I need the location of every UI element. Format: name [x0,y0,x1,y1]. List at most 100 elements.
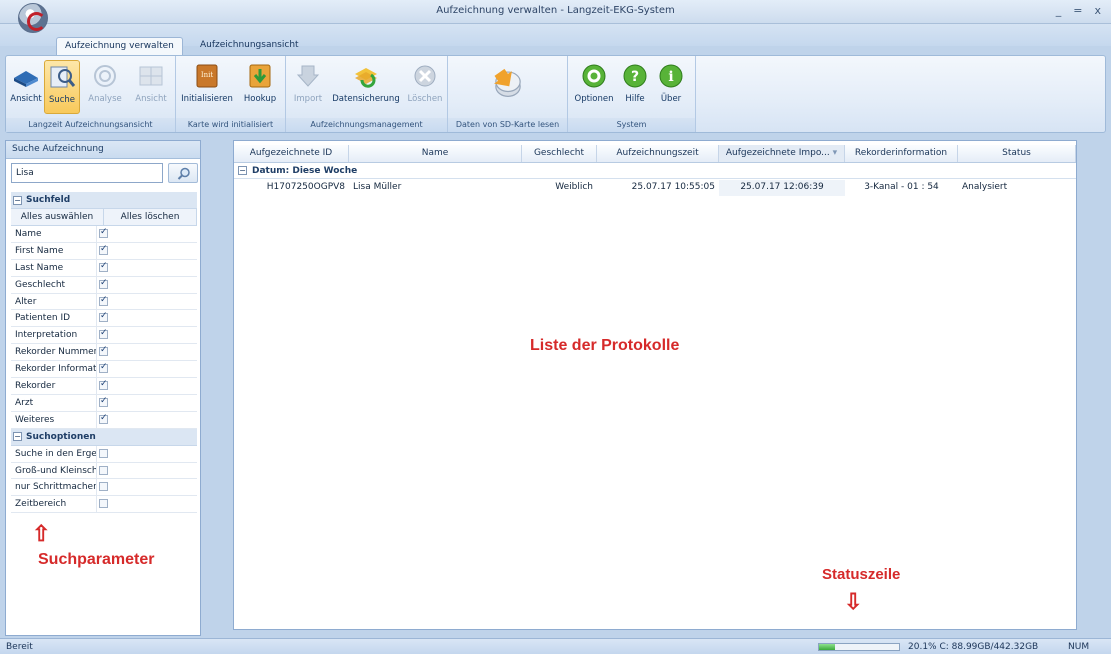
tab-aufzeichnung-verwalten[interactable]: Aufzeichnung verwalten [56,37,183,56]
suchoptionen-fields: Suche in den ErgebnissenGroß-und Kleinsc… [11,445,197,514]
group-aufzeichnungsmanagement: Import Datensicherung Löschen Aufzeichnu… [286,56,448,132]
svg-text:?: ? [631,69,639,85]
import-button[interactable]: Import [290,60,326,114]
hookup-arrow-icon [249,64,271,88]
loeschen-button[interactable]: Löschen [406,60,444,114]
column-header[interactable]: Aufzeichnungszeit [597,145,719,162]
window-title: Aufzeichnung verwalten - Langzeit-EKG-Sy… [436,5,675,16]
property-row[interactable]: First Name [11,242,197,260]
property-label: Rekorder Information [11,361,97,378]
column-header[interactable]: Name [349,145,522,162]
suche-button[interactable]: Suche [44,60,80,114]
suchoptionen-category[interactable]: − Suchoptionen [11,428,197,446]
group-system: Optionen ? Hilfe i Über System [568,56,696,132]
property-checkbox[interactable] [99,311,108,323]
property-label: Interpretation [11,327,97,344]
property-label: Weiteres [11,411,97,428]
property-checkbox[interactable] [99,227,108,238]
clear-all-button[interactable]: Alles löschen [104,209,197,225]
select-all-button[interactable]: Alles auswählen [11,209,104,225]
hilfe-button[interactable]: ? Hilfe [618,60,652,114]
property-checkbox[interactable] [99,499,108,509]
search-button[interactable] [168,163,198,183]
property-row[interactable]: Geschlecht [11,276,197,294]
search-input[interactable]: Lisa [11,163,163,183]
property-checkbox[interactable] [99,465,108,475]
collapse-icon[interactable]: − [13,432,22,442]
select-buttons-row: Alles auswählen Alles löschen [11,209,197,226]
collapse-icon[interactable]: − [238,166,247,175]
column-header-row: Aufgezeichnete ID Name Geschlecht Aufzei… [234,145,1076,163]
maximize-button[interactable]: = [1073,4,1082,17]
table-row[interactable]: H1707250OGPV8 Lisa Müller Weiblich 25.07… [234,180,1076,196]
property-checkbox[interactable] [99,379,108,391]
recordings-list: Aufgezeichnete ID Name Geschlecht Aufzei… [233,140,1077,630]
datensicherung-button[interactable]: Datensicherung [328,60,404,114]
book-icon [14,71,38,87]
cell-name: Lisa Müller [353,182,402,192]
property-checkbox[interactable] [99,261,108,272]
property-checkbox[interactable] [99,413,108,424]
property-row[interactable]: Groß-und Kleinschreibung [11,462,197,480]
column-header[interactable]: Aufgezeichnete ID [234,145,349,162]
group-sd-karte: Daten von SD-Karte lesen [448,56,568,132]
property-checkbox[interactable] [99,328,108,340]
property-label: Rekorder Nummer [11,344,97,361]
close-button[interactable]: x [1094,4,1101,17]
search-panel: Suche Aufzeichnung Lisa − Suchfeld Alles… [5,140,201,636]
group-karte-initialisiert: Init Initialisieren Hookup Karte wird in… [176,56,286,132]
property-row[interactable]: Alter [11,293,197,311]
title-bar: Aufzeichnung verwalten - Langzeit-EKG-Sy… [0,0,1111,24]
column-header[interactable]: Geschlecht [522,145,597,162]
property-checkbox[interactable] [99,345,108,357]
property-checkbox[interactable] [99,448,108,458]
property-checkbox[interactable] [99,362,108,374]
column-header[interactable]: Status [958,145,1076,162]
cell-record-time: 25.07.17 10:55:05 [631,182,715,192]
optionen-button[interactable]: Optionen [572,60,616,114]
property-label: Alter [11,293,97,310]
analyse-button[interactable]: Analyse [82,60,128,114]
import-arrow-icon [296,65,320,87]
property-row[interactable]: Arzt [11,394,197,412]
property-row[interactable]: Rekorder [11,378,197,395]
property-row[interactable]: Name [11,226,197,243]
property-row[interactable]: Zeitbereich [11,496,197,514]
property-checkbox[interactable] [99,278,108,289]
property-checkbox[interactable] [99,295,108,306]
property-row[interactable]: Last Name [11,259,197,277]
collapse-icon[interactable]: − [13,195,22,205]
property-row[interactable]: Weiteres [11,411,197,429]
property-row[interactable]: Rekorder Information [11,361,197,379]
svg-text:i: i [668,69,673,85]
column-header[interactable]: Rekorderinformation [845,145,958,162]
tab-aufzeichnungsansicht[interactable]: Aufzeichnungsansicht [192,37,307,56]
info-icon: i [659,64,683,88]
ribbon-tabs: Aufzeichnung verwalten Aufzeichnungsansi… [0,24,1111,56]
property-row[interactable]: Patienten ID [11,310,197,328]
ansicht-button[interactable]: Ansicht [8,60,44,114]
property-row[interactable]: nur Schrittmacher [11,479,197,497]
hookup-button[interactable]: Hookup [238,60,282,114]
ueber-button[interactable]: i Über [654,60,688,114]
property-label: Rekorder [11,378,97,394]
initialisieren-button[interactable]: Init Initialisieren [178,60,236,114]
search-icon [177,167,190,180]
property-row[interactable]: Rekorder Nummer [11,344,197,362]
minimize-button[interactable]: _ [1056,4,1062,17]
property-label: Zeitbereich [11,496,97,513]
property-checkbox[interactable] [99,244,108,255]
property-row[interactable]: Interpretation [11,327,197,345]
svg-text:Init: Init [201,71,214,79]
suchfeld-category[interactable]: − Suchfeld [11,192,197,209]
property-checkbox[interactable] [99,482,108,492]
property-row[interactable]: Suche in den Ergebnissen [11,445,197,463]
group-header-row[interactable]: − Datum: Diese Woche [234,163,1076,179]
property-checkbox[interactable] [99,396,108,407]
column-header-sorted[interactable]: Aufgezeichnete Impo... ▾ [719,145,845,162]
ansicht-grid-button[interactable]: Ansicht [130,60,172,114]
arrow-down-annotation: ⇩ [844,589,863,614]
search-panel-header: Suche Aufzeichnung [6,141,200,159]
app-menu-icon[interactable] [18,3,48,33]
sd-card-read-button[interactable] [486,60,530,114]
